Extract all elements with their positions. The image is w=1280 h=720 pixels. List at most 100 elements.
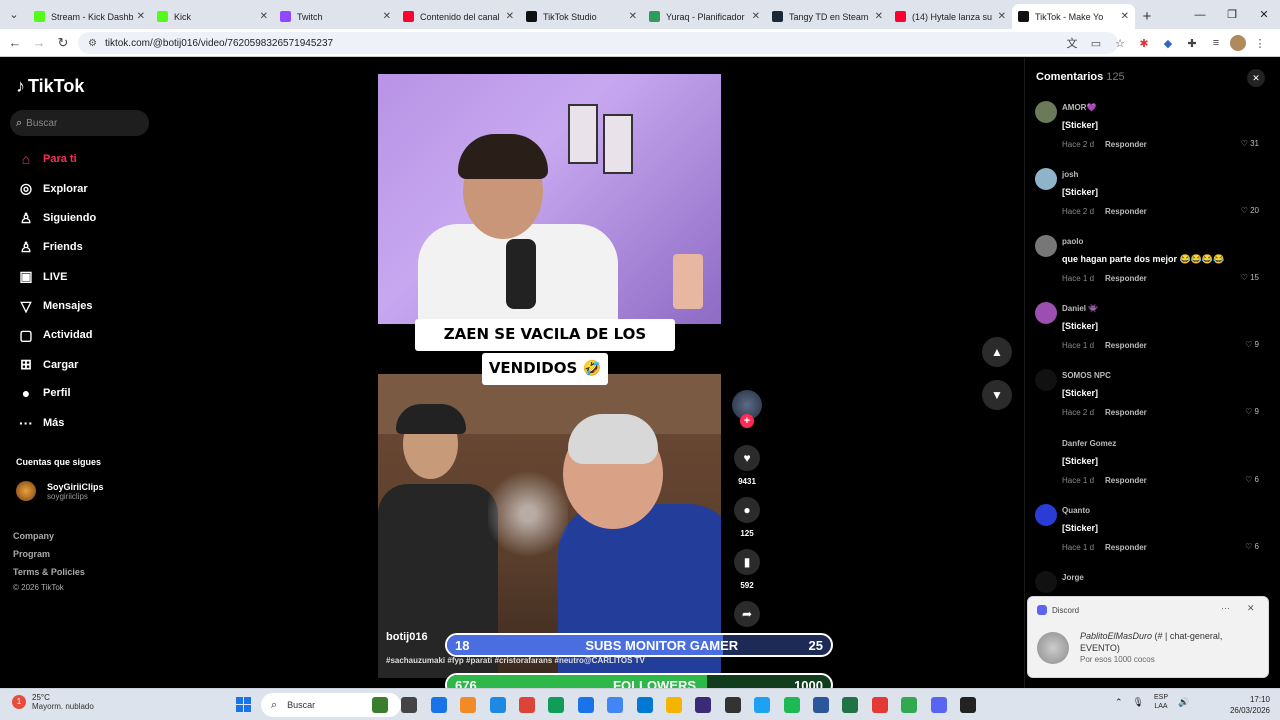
tab-close-icon[interactable]: ✕ — [506, 11, 514, 22]
browser-tab[interactable]: Stream - Kick Dashbo ✕ — [28, 4, 151, 29]
extension-blue-icon[interactable]: ◆ — [1158, 33, 1178, 53]
profile-avatar-icon[interactable] — [1230, 35, 1246, 51]
taskbar-app-icon[interactable] — [401, 697, 418, 713]
footer-program-link[interactable]: Program — [13, 549, 50, 559]
comment-like[interactable]: ♡ 15 — [1241, 273, 1259, 282]
taskbar-app-icon[interactable] — [724, 697, 741, 713]
taskbar-app-icon[interactable] — [960, 697, 976, 713]
avatar[interactable] — [1035, 302, 1057, 325]
volume-icon[interactable]: 🔊 — [1178, 697, 1189, 708]
nav-item-messages[interactable]: ▽ Mensajes — [16, 298, 93, 315]
previous-video-button[interactable]: ▲ — [982, 337, 1012, 367]
mic-icon[interactable]: 🎙 — [1133, 697, 1144, 708]
taskbar-app-icon[interactable] — [813, 697, 829, 713]
avatar[interactable] — [1035, 168, 1057, 191]
back-icon[interactable]: ← — [3, 31, 27, 55]
tab-close-icon[interactable]: ✕ — [383, 11, 391, 22]
nav-item-following[interactable]: ♙ Siguiendo — [16, 210, 96, 227]
video-hashtags[interactable]: #sachauzumaki #fyp #parati #cristorafara… — [386, 656, 645, 665]
language-indicator[interactable]: ESP LAA — [1154, 693, 1168, 711]
taskbar-app-icon[interactable] — [430, 697, 447, 713]
nav-item-more[interactable]: ··· Más — [16, 415, 64, 431]
tab-close-icon[interactable]: ✕ — [875, 11, 883, 22]
save-action[interactable]: ▮ 592 — [730, 549, 764, 590]
taskbar-app-icon[interactable] — [577, 697, 594, 713]
avatar[interactable] — [1035, 503, 1057, 526]
close-comments-button[interactable]: ✕ — [1247, 69, 1265, 87]
video-author[interactable]: botij016 — [386, 631, 428, 643]
taskbar-app-icon[interactable] — [754, 697, 771, 713]
more-icon[interactable]: ··· — [1221, 603, 1230, 613]
forward-icon[interactable]: → — [27, 31, 51, 55]
browser-tab[interactable]: Yuraq - Planificador ✕ — [643, 4, 766, 29]
nav-item-friends[interactable]: ♙ Friends — [16, 239, 83, 256]
comment-icon[interactable]: ● — [734, 497, 760, 523]
taskbar-app-icon[interactable] — [901, 697, 918, 713]
taskbar-app-icon[interactable] — [372, 697, 388, 713]
comment-user[interactable]: Danfer Gomez — [1062, 439, 1116, 448]
reply-button[interactable]: Responder — [1105, 274, 1147, 283]
comment-like[interactable]: ♡ 9 — [1245, 407, 1259, 416]
cast-icon[interactable]: ▭ — [1086, 33, 1106, 53]
taskbar-app-icon[interactable] — [548, 697, 565, 713]
browser-menu-icon[interactable]: ⋮ — [1250, 33, 1270, 53]
taskbar-app-icon[interactable] — [930, 697, 947, 713]
browser-tab[interactable]: TikTok Studio ✕ — [520, 4, 643, 29]
comment-user[interactable]: paolo — [1062, 237, 1083, 246]
close-icon[interactable]: ✕ — [1247, 603, 1255, 614]
browser-tab[interactable]: TikTok - Make Yo ✕ — [1012, 4, 1135, 29]
comment-user[interactable]: SOMOS NPC — [1062, 371, 1111, 380]
tab-close-icon[interactable]: ✕ — [137, 11, 145, 22]
taskbar-app-icon[interactable] — [460, 697, 477, 713]
tab-close-icon[interactable]: ✕ — [260, 11, 268, 22]
comment-action[interactable]: ● 125 — [730, 497, 764, 538]
reply-button[interactable]: Responder — [1105, 207, 1147, 216]
taskbar-app-icon[interactable] — [636, 697, 653, 713]
new-tab-button[interactable]: + — [1135, 4, 1159, 29]
restore-icon[interactable]: ❐ — [1216, 0, 1248, 29]
comment-user[interactable]: Quanto — [1062, 506, 1090, 515]
taskbar-app-icon[interactable] — [489, 697, 506, 713]
nav-item-activity[interactable]: ▢ Actividad — [16, 327, 92, 344]
reply-button[interactable]: Responder — [1105, 408, 1147, 417]
comment-like[interactable]: ♡ 6 — [1245, 475, 1259, 484]
taskbar-app-icon[interactable] — [695, 697, 712, 713]
next-video-button[interactable]: ▼ — [982, 380, 1012, 410]
taskbar-app-icon[interactable] — [666, 697, 682, 713]
tab-close-icon[interactable]: ✕ — [752, 11, 760, 22]
taskbar-app-icon[interactable] — [842, 697, 859, 713]
share-icon[interactable]: ➦ — [734, 601, 760, 627]
reply-button[interactable]: Responder — [1105, 140, 1147, 149]
search-input[interactable]: ⌕ Buscar — [10, 110, 149, 136]
comment-like[interactable]: ♡ 20 — [1241, 206, 1259, 215]
like-action[interactable]: ♥ 9431 — [730, 445, 764, 486]
heart-icon[interactable]: ♥ — [734, 445, 760, 471]
nav-item-compass[interactable]: ◎ Explorar — [16, 180, 88, 197]
taskbar-app-icon[interactable] — [871, 697, 888, 713]
start-icon[interactable] — [236, 697, 251, 712]
avatar[interactable] — [1035, 369, 1057, 392]
comment-like[interactable]: ♡ 31 — [1241, 139, 1259, 148]
browser-tab[interactable]: Tangy TD en Steam ✕ — [766, 4, 889, 29]
footer-terms-link[interactable]: Terms & Policies — [13, 567, 85, 577]
tab-close-icon[interactable]: ✕ — [629, 11, 637, 22]
discord-notification[interactable]: Discord ··· ✕ PablitoElMasDuro (# | chat… — [1027, 596, 1269, 678]
bookmark-star-icon[interactable]: ☆ — [1110, 33, 1130, 53]
nav-item-live[interactable]: ▣ LIVE — [16, 268, 67, 285]
avatar[interactable] — [1035, 101, 1057, 123]
followed-account[interactable]: SoyGiriiClips soygiriiclips — [16, 481, 104, 501]
browser-tab[interactable]: Twitch ✕ — [274, 4, 397, 29]
tab-close-icon[interactable]: ✕ — [998, 11, 1006, 22]
tab-search-icon[interactable]: ⌄ — [0, 0, 28, 29]
browser-tab[interactable]: Contenido del canal ✕ — [397, 4, 520, 29]
avatar[interactable] — [1035, 235, 1057, 258]
avatar[interactable] — [1035, 570, 1057, 593]
reply-button[interactable]: Responder — [1105, 341, 1147, 350]
tiktok-logo[interactable]: ♪ TikTok — [16, 76, 84, 97]
nav-item-profile[interactable]: ● Perfil — [16, 385, 71, 401]
weather-widget[interactable]: 1 25°C Mayorm. nublado — [12, 693, 94, 711]
nav-item-home[interactable]: ⌂ Para ti — [16, 151, 77, 167]
translate-icon[interactable]: 文 — [1062, 33, 1082, 53]
footer-company-link[interactable]: Company — [13, 531, 54, 541]
reload-icon[interactable]: ↻ — [51, 31, 75, 55]
